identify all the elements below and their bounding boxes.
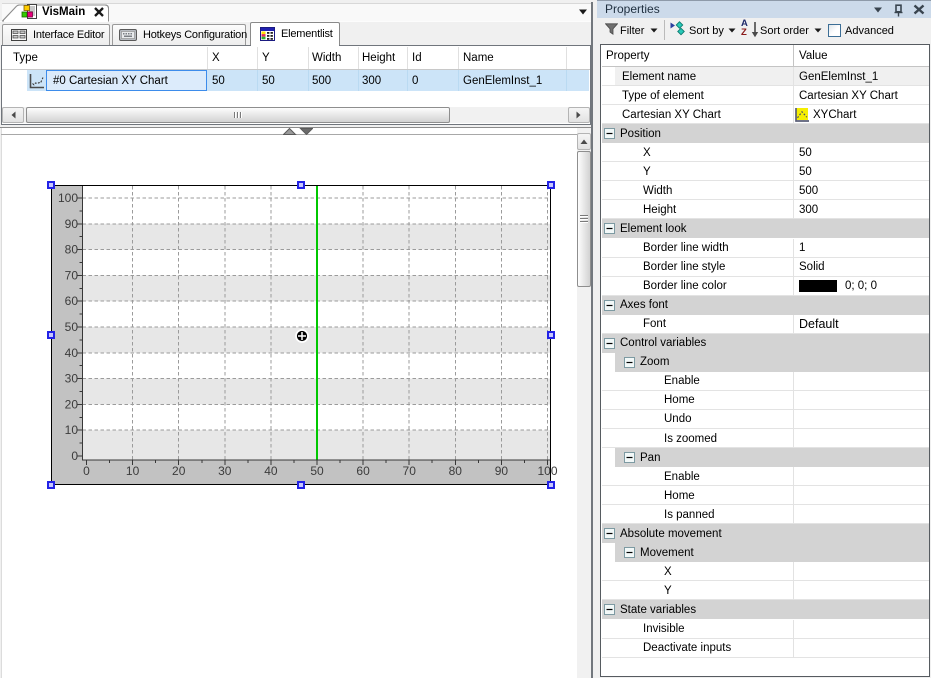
svg-text:30: 30 <box>65 372 79 386</box>
svg-text:0: 0 <box>83 464 90 478</box>
svg-text:10: 10 <box>126 464 140 478</box>
svg-text:100: 100 <box>58 191 78 205</box>
svg-text:30: 30 <box>218 464 232 478</box>
svg-text:10: 10 <box>65 423 79 437</box>
svg-text:100: 100 <box>537 464 557 478</box>
svg-text:50: 50 <box>65 320 79 334</box>
svg-text:40: 40 <box>65 346 79 360</box>
svg-text:60: 60 <box>65 294 79 308</box>
svg-text:80: 80 <box>449 464 463 478</box>
svg-text:90: 90 <box>65 217 79 231</box>
svg-text:20: 20 <box>65 397 79 411</box>
svg-text:60: 60 <box>356 464 370 478</box>
svg-text:40: 40 <box>264 464 278 478</box>
svg-text:0: 0 <box>71 449 78 463</box>
svg-text:90: 90 <box>495 464 509 478</box>
svg-text:70: 70 <box>403 464 417 478</box>
svg-text:20: 20 <box>172 464 186 478</box>
svg-text:80: 80 <box>65 243 79 257</box>
svg-text:70: 70 <box>65 268 79 282</box>
svg-text:50: 50 <box>310 464 324 478</box>
